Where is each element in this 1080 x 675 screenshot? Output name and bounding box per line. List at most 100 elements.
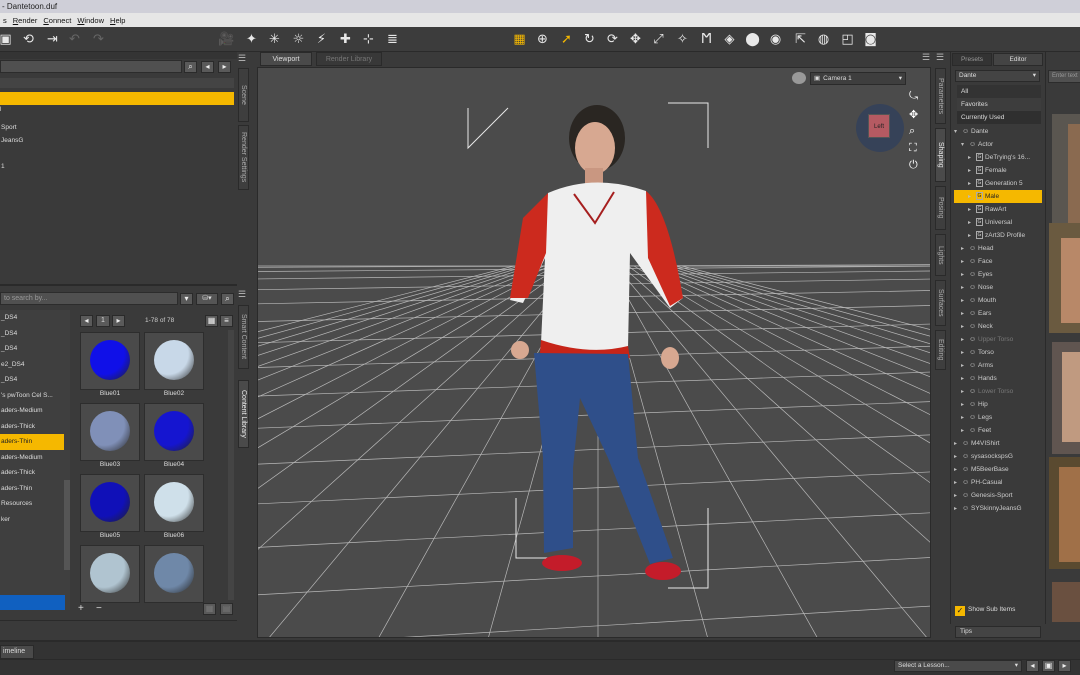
back-icon[interactable]: ↶: [66, 31, 83, 48]
scene-selected-row[interactable]: [0, 92, 234, 105]
folder-item[interactable]: _DS4: [0, 372, 64, 388]
remove-icon[interactable]: −: [96, 603, 108, 615]
redo-icon[interactable]: ⇥: [44, 31, 61, 48]
tree-node[interactable]: ▸ ☺ Hands: [954, 372, 1042, 385]
twist-icon[interactable]: ⟳: [604, 31, 621, 48]
menu-item[interactable]: s: [0, 16, 10, 25]
tree-node[interactable]: ▸ G Universal: [954, 216, 1042, 229]
tab-lights[interactable]: Lights: [935, 234, 946, 276]
translate-icon[interactable]: ✥: [627, 31, 644, 48]
tree-node[interactable]: ▸ G Generation 5: [954, 177, 1042, 190]
tab-editor[interactable]: Editor: [993, 53, 1043, 66]
viewport[interactable]: ▣ Camera 1 ▾ Left ⤿ ✥ ⌕ ⛶ ⏻: [257, 67, 931, 638]
scene-item[interactable]: JeansG: [0, 133, 23, 149]
tree-node[interactable]: ▸ GzArt3D Profile: [954, 229, 1042, 242]
camera-tool-icon[interactable]: 🎥: [218, 31, 235, 48]
preset-thumb[interactable]: [1052, 342, 1080, 454]
tree-node[interactable]: ▸ ☺ Neck: [954, 320, 1042, 333]
tab-smart-content[interactable]: Smart Content: [238, 305, 249, 369]
scene-item[interactable]: 1: [0, 159, 5, 175]
zoom-icon[interactable]: ⌕: [909, 125, 923, 139]
sphere-icon[interactable]: ◍: [815, 31, 832, 48]
menu-item[interactable]: Help: [107, 16, 128, 25]
tab-surfaces[interactable]: Surfaces: [935, 280, 946, 326]
save-icon[interactable]: ▣: [0, 31, 14, 48]
grid-toggle-icon[interactable]: ▦: [203, 603, 216, 615]
list-view-icon[interactable]: ≡: [220, 315, 233, 327]
options-icon[interactable]: ▤: [220, 603, 233, 615]
transform-icon[interactable]: ⊹: [360, 31, 377, 48]
folder-item[interactable]: 's pwToon Cel S...: [0, 388, 64, 404]
panel-menu-icon[interactable]: ☰: [936, 52, 947, 64]
tree-node[interactable]: ▸ ☺ Head: [954, 242, 1042, 255]
folder-item[interactable]: e2_DS4: [0, 357, 64, 373]
tree-node[interactable]: ▸ ☺ Ears: [954, 307, 1042, 320]
universal-tool-icon[interactable]: ▦: [511, 31, 528, 48]
shader-thumbnail[interactable]: [80, 545, 140, 603]
joint-icon[interactable]: ✧: [674, 31, 691, 48]
folder-selected-bottom[interactable]: [0, 595, 65, 610]
rotate-icon[interactable]: ↻: [581, 31, 598, 48]
folder-item[interactable]: _DS4: [0, 310, 64, 326]
content-search-input[interactable]: to search by...: [0, 292, 178, 305]
prev-icon[interactable]: ◂: [201, 61, 214, 73]
folder-item[interactable]: ker: [0, 512, 64, 528]
tab-presets[interactable]: Presets: [952, 53, 992, 66]
undo-icon[interactable]: ⟲: [20, 31, 37, 48]
page-field[interactable]: 1: [96, 315, 110, 327]
tab-parameters[interactable]: Parameters: [935, 68, 946, 124]
figure-dropdown[interactable]: Dante ▾: [955, 70, 1040, 82]
filter-all[interactable]: All: [957, 85, 1041, 98]
tips-bar[interactable]: Tips: [955, 626, 1041, 638]
shader-thumbnail[interactable]: [144, 332, 204, 390]
tree-node[interactable]: ▸ ☺ Hip: [954, 398, 1042, 411]
folder-item[interactable]: _DS4: [0, 341, 64, 357]
preset-thumb[interactable]: [1049, 457, 1080, 569]
tree-node[interactable]: ▸ ☺ Torso: [954, 346, 1042, 359]
lesson-play-icon[interactable]: ▣: [1042, 660, 1055, 672]
scale-icon[interactable]: ⤢: [650, 31, 667, 48]
wand-icon[interactable]: ⚡: [313, 31, 330, 48]
tree-node[interactable]: ▸ ☺ Genesis-Sport: [954, 489, 1042, 502]
next-icon[interactable]: ▸: [218, 61, 231, 73]
paint-icon[interactable]: ◈: [721, 31, 738, 48]
add-icon[interactable]: +: [78, 603, 90, 615]
tree-node[interactable]: ▾ ☺ Dante: [954, 125, 1042, 138]
scene-search-input[interactable]: [0, 60, 182, 73]
tree-node[interactable]: ▸ ☺ Arms: [954, 359, 1042, 372]
panel-menu-icon[interactable]: ☰: [238, 53, 249, 65]
tab-posing[interactable]: Posing: [935, 186, 946, 230]
tree-node[interactable]: ▸ G Female: [954, 164, 1042, 177]
tree-node[interactable]: ▸ G DeTrying's 16...: [954, 151, 1042, 164]
tree-node[interactable]: ▸ ☺ sysasockspsG: [954, 450, 1042, 463]
panel-menu-icon[interactable]: ☰: [238, 289, 249, 301]
tree-node[interactable]: ▸ ☺ Face: [954, 255, 1042, 268]
tree-node[interactable]: ▸ ☺ Nose: [954, 281, 1042, 294]
view-icon[interactable]: ⬤: [744, 31, 761, 48]
spot-light-icon[interactable]: ✦: [243, 31, 260, 48]
region-icon[interactable]: ◉: [767, 31, 784, 48]
grid-view-icon[interactable]: ▦: [205, 315, 218, 327]
filter-currently-used[interactable]: Currently Used: [957, 111, 1041, 124]
menu-item[interactable]: Connect: [40, 16, 74, 25]
folder-item[interactable]: Resources: [0, 496, 64, 512]
orbit-icon[interactable]: ⤿: [909, 90, 923, 104]
next-page-button[interactable]: ▸: [112, 315, 125, 327]
tree-node[interactable]: ▸ ☺ Lower Torso: [954, 385, 1042, 398]
pan-icon[interactable]: ✥: [909, 108, 923, 122]
tab-timeline[interactable]: imeline: [0, 645, 34, 659]
database-icon[interactable]: ⛁▾: [196, 293, 218, 305]
tree-node[interactable]: ▸ ☺ M4VIShirt: [954, 437, 1042, 450]
view-cube[interactable]: Left: [868, 114, 890, 138]
forward-icon[interactable]: ↷: [90, 31, 107, 48]
tree-node[interactable]: ▸ ☺ M5BeerBase: [954, 463, 1042, 476]
tab-viewport[interactable]: Viewport: [260, 52, 312, 66]
tree-node[interactable]: ▸ G RawArt: [954, 203, 1042, 216]
tree-node[interactable]: ▸ ☺ Upper Torso: [954, 333, 1042, 346]
pose-icon[interactable]: Ϻ: [698, 31, 715, 48]
panel-menu-icon[interactable]: ☰: [922, 52, 933, 64]
render-camera-icon[interactable]: ◙: [862, 31, 879, 48]
node-tool-icon[interactable]: ✚: [337, 31, 354, 48]
folder-item[interactable]: aders-Thin: [0, 481, 64, 497]
prev-page-button[interactable]: ◂: [80, 315, 93, 327]
